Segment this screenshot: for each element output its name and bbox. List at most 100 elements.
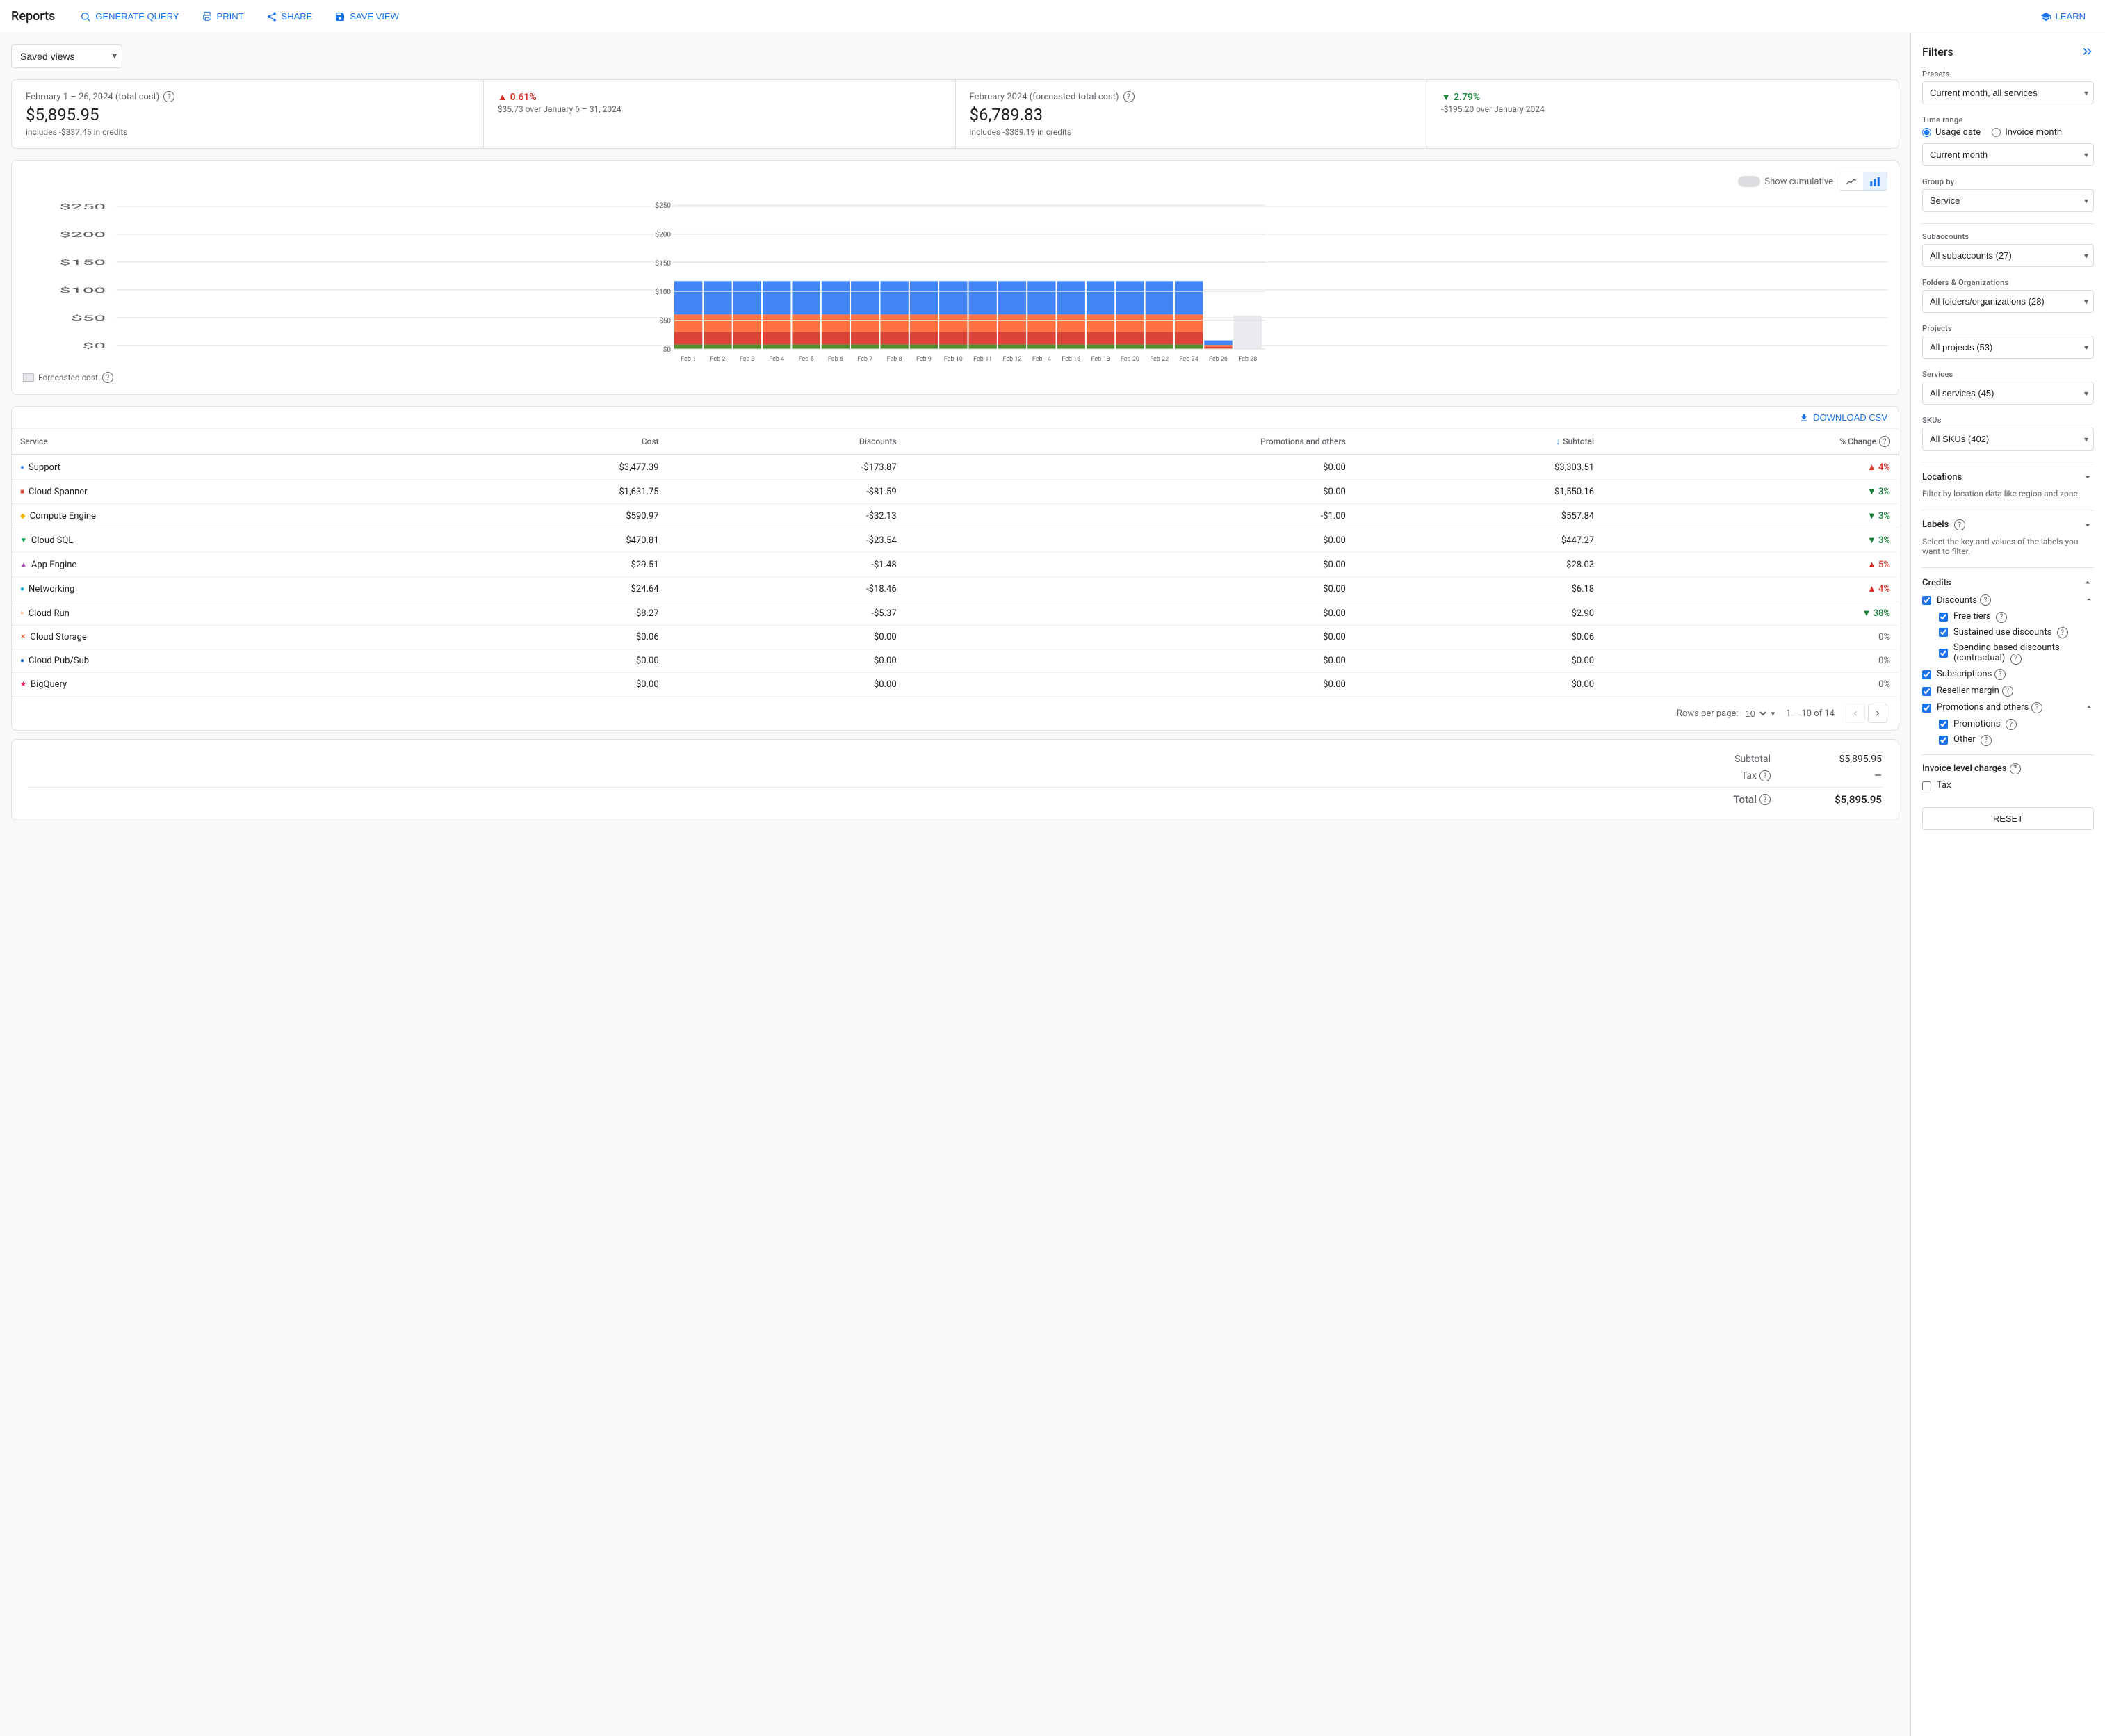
table-row: ● Networking $24.64 -$18.46 $0.00 $6.18 … — [12, 577, 1899, 601]
service-cell-4: ▲ App Engine — [12, 553, 418, 577]
actual-cost-info-icon[interactable]: ? — [163, 91, 174, 102]
group-by-select[interactable]: Service — [1922, 189, 2094, 212]
total-label: Total ? — [1733, 793, 1771, 806]
other-checkbox[interactable] — [1939, 736, 1948, 745]
next-page-button[interactable] — [1868, 704, 1887, 723]
forecasted-cost-info-icon[interactable]: ? — [1123, 91, 1135, 102]
forecast-info-icon[interactable]: ? — [102, 372, 113, 383]
svg-text:$50: $50 — [659, 316, 671, 325]
saved-views-select[interactable]: Saved views — [11, 44, 122, 68]
subscriptions-checkbox[interactable] — [1922, 670, 1931, 679]
col-discounts: Discounts — [667, 429, 905, 455]
svg-text:Feb 1: Feb 1 — [681, 356, 696, 363]
service-name-6: Cloud Run — [29, 608, 70, 619]
toggle-switch[interactable] — [1738, 176, 1760, 187]
total-info-icon[interactable]: ? — [1759, 794, 1771, 805]
period-select[interactable]: Current month — [1922, 143, 2094, 166]
folders-select[interactable]: All folders/organizations (28) — [1922, 290, 2094, 313]
discounts-cell-2: -$32.13 — [667, 504, 905, 528]
cost-cell-3: $470.81 — [418, 528, 667, 553]
tax-amount: — — [1826, 770, 1882, 781]
promotions-others-checkbox[interactable] — [1922, 704, 1931, 713]
divider-4 — [1922, 567, 2094, 568]
service-icon-6: + — [20, 610, 24, 617]
bar-chart-button[interactable] — [1863, 172, 1887, 190]
services-select[interactable]: All services (45) — [1922, 382, 2094, 405]
promotions-label: Promotions ? — [1953, 719, 2017, 731]
tax-row: Tax ? — — [29, 768, 1882, 784]
promotions-info-icon[interactable]: ? — [2006, 719, 2017, 730]
grand-total-row: Total ? $5,895.95 — [29, 787, 1882, 809]
svg-text:Feb 7: Feb 7 — [857, 356, 872, 363]
arrow-up-icon: ▲ — [498, 91, 507, 103]
invoice-month-radio[interactable]: Invoice month — [1992, 127, 2062, 138]
subtotal-cell-3: $447.27 — [1354, 528, 1602, 553]
locations-label: Locations — [1922, 472, 1962, 482]
tax-invoice-checkbox[interactable] — [1922, 781, 1931, 790]
change-info-icon[interactable]: ? — [1879, 436, 1890, 447]
svg-text:Feb 28: Feb 28 — [1238, 356, 1257, 363]
subscriptions-info-icon[interactable]: ? — [1994, 669, 2006, 680]
labels-info-icon[interactable]: ? — [1954, 519, 1965, 530]
invoice-charges-info-icon[interactable]: ? — [2010, 763, 2021, 774]
subaccounts-select[interactable]: All subaccounts (27) — [1922, 244, 2094, 267]
svg-text:$200: $200 — [656, 229, 672, 238]
free-tiers-info-icon[interactable]: ? — [1996, 612, 2007, 623]
service-cell-0: ● Support — [12, 455, 418, 480]
projects-select[interactable]: All projects (53) — [1922, 336, 2094, 359]
service-icon-7: ✕ — [20, 633, 26, 641]
invoice-month-radio-input[interactable] — [1992, 128, 2001, 137]
chart-section: Show cumulative — [11, 160, 1899, 395]
presets-label: Presets — [1922, 70, 2094, 79]
presets-select[interactable]: Current month, all services — [1922, 81, 2094, 104]
skus-select[interactable]: All SKUs (402) — [1922, 428, 2094, 451]
other-info-icon[interactable]: ? — [1981, 735, 1992, 746]
tax-info-icon[interactable]: ? — [1759, 770, 1771, 781]
print-button[interactable]: PRINT — [193, 7, 252, 26]
show-cumulative-toggle[interactable]: Show cumulative — [1738, 176, 1833, 187]
line-chart-button[interactable] — [1839, 172, 1863, 190]
rows-per-page-chevron: ▾ — [1771, 709, 1775, 718]
sustained-use-info-icon[interactable]: ? — [2057, 627, 2068, 638]
actual-cost-amount: $5,895.95 — [26, 105, 469, 124]
save-view-button[interactable]: SAVE VIEW — [326, 7, 407, 26]
learn-button[interactable]: LEARN — [2032, 7, 2094, 26]
promotions-checkbox[interactable] — [1939, 720, 1948, 729]
prev-page-button[interactable] — [1846, 704, 1865, 723]
usage-date-radio-input[interactable] — [1922, 128, 1931, 137]
download-csv-button[interactable]: DOWNLOAD CSV — [1799, 412, 1887, 423]
cost-cell-1: $1,631.75 — [418, 480, 667, 504]
collapse-filters-button[interactable] — [2080, 44, 2094, 58]
chart-bars-dynamic: Feb 1Feb 2Feb 3Feb 4Feb 5Feb 6Feb 7Feb 8… — [23, 200, 1887, 366]
generate-query-button[interactable]: GENERATE QUERY — [72, 7, 187, 26]
subtotal-row: Subtotal $5,895.95 — [29, 751, 1882, 768]
sustained-use-checkbox[interactable] — [1939, 628, 1948, 637]
forecasted-cost-amount: $6,789.83 — [970, 105, 1413, 124]
service-cell-5: ● Networking — [12, 577, 418, 601]
service-cell-1: ■ Cloud Spanner — [12, 480, 418, 504]
discounts-info-icon[interactable]: ? — [1980, 594, 1991, 606]
share-icon — [266, 11, 277, 22]
locations-collapsible-header[interactable]: Locations — [1922, 471, 2094, 483]
share-button[interactable]: SHARE — [258, 7, 321, 26]
labels-collapsible-header[interactable]: Labels ? — [1922, 519, 2094, 531]
skus-select-wrap: All SKUs (402) — [1922, 428, 2094, 451]
reseller-margin-checkbox[interactable] — [1922, 687, 1931, 696]
promotions-others-info-icon[interactable]: ? — [2031, 702, 2042, 713]
rows-per-page-select[interactable]: 10 25 50 — [1741, 706, 1769, 721]
spending-based-checkbox[interactable] — [1939, 649, 1948, 658]
reset-button[interactable]: RESET — [1922, 807, 2094, 830]
spending-based-info-icon[interactable]: ? — [2010, 654, 2022, 665]
reseller-margin-info-icon[interactable]: ? — [2002, 686, 2013, 697]
usage-date-radio[interactable]: Usage date — [1922, 127, 1981, 138]
free-tiers-checkbox[interactable] — [1939, 613, 1948, 622]
spending-based-item: Spending based discounts (contractual) ? — [1939, 642, 2094, 665]
forecasted-cost-card: February 2024 (forecasted total cost) ? … — [956, 80, 1428, 148]
discounts-checkbox[interactable] — [1922, 596, 1931, 605]
forecasted-cost-credits: includes -$389.19 in credits — [970, 127, 1413, 137]
saved-views-dropdown[interactable]: Saved views ▾ — [11, 44, 122, 68]
summary-cards: February 1 – 26, 2024 (total cost) ? $5,… — [11, 79, 1899, 149]
credits-collapsible-header[interactable]: Credits — [1922, 576, 2094, 589]
chart-controls: Show cumulative — [23, 172, 1887, 191]
group-by-filter: Group by Service — [1922, 177, 2094, 212]
